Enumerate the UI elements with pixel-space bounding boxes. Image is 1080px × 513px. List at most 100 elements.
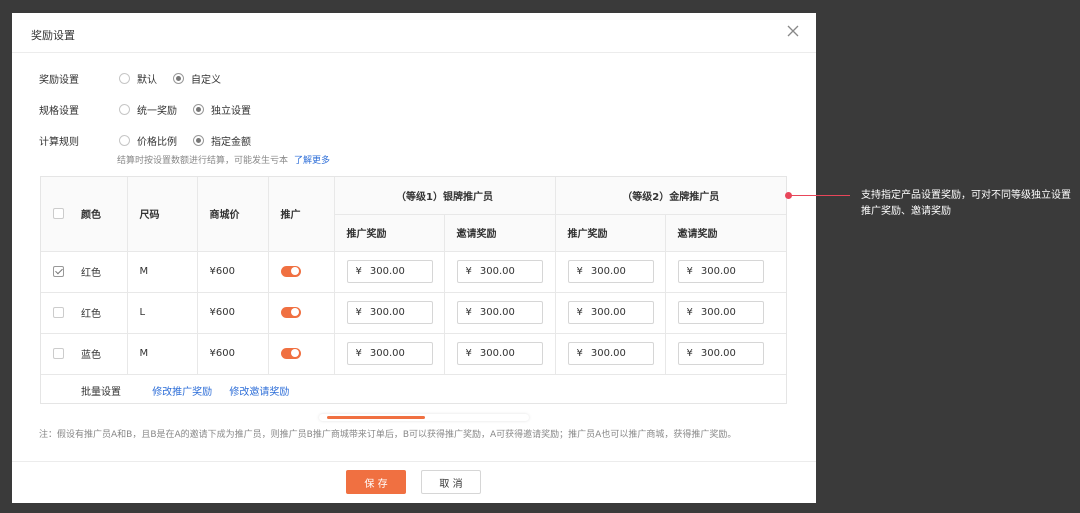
scrollbar-thumb[interactable] [327, 416, 425, 419]
promote-toggle-cell [268, 333, 335, 375]
row-checkbox-checked[interactable] [53, 265, 64, 277]
currency-symbol: ¥ [465, 266, 472, 277]
radio-label: 默认 [137, 75, 157, 86]
learn-more-link[interactable]: 了解更多 [294, 156, 330, 166]
reward-cell: ¥300.00 [665, 251, 786, 293]
radio-label: 指定金额 [211, 137, 251, 148]
radio-custom[interactable]: 自定义 [173, 71, 221, 86]
radio-label: 独立设置 [211, 106, 251, 117]
promote-toggle-cell [268, 292, 335, 334]
radio-circle[interactable] [119, 135, 130, 146]
reward-input[interactable]: ¥300.00 [346, 342, 433, 365]
calc-hint-text: 结算时按设置数额进行结算，可能发生亏本 [117, 156, 289, 166]
color-cell: 蓝色 [69, 333, 128, 375]
reward-input[interactable]: ¥300.00 [567, 260, 654, 283]
reward-input[interactable]: ¥300.00 [346, 260, 433, 283]
reward-input[interactable]: ¥300.00 [677, 342, 764, 365]
row-select-cell[interactable] [41, 292, 69, 334]
reward-cell: ¥300.00 [444, 251, 556, 293]
radio-circle-checked[interactable] [173, 73, 184, 84]
reward-value: 300.00 [369, 266, 405, 277]
currency-symbol: ¥ [355, 307, 362, 318]
header-promote-reward: 推广奖励 [555, 214, 666, 252]
size-cell: M [127, 251, 198, 293]
promote-toggle-cell [268, 251, 335, 293]
horizontal-scrollbar[interactable] [319, 414, 529, 421]
callout-line [789, 195, 850, 196]
header-invite-reward: 邀请奖励 [444, 214, 556, 252]
header-promote: 推广 [268, 177, 335, 252]
edit-invite-reward-link[interactable]: 修改邀请奖励 [229, 387, 289, 398]
radio-circle[interactable] [119, 104, 130, 115]
reward-value: 300.00 [590, 348, 626, 359]
promote-toggle[interactable] [280, 306, 301, 318]
reward-cell: ¥300.00 [555, 333, 666, 375]
calc-hint: 结算时按设置数额进行结算，可能发生亏本 了解更多 [117, 153, 330, 166]
reward-value: 300.00 [479, 266, 515, 277]
save-button[interactable]: 保 存 [346, 470, 406, 494]
price-cell: ¥600 [197, 292, 269, 334]
batch-cell: 批量设置 修改推广奖励 修改邀请奖励 [69, 374, 786, 407]
radio-independent[interactable]: 独立设置 [193, 102, 251, 117]
header-group-silver: （等级1）银牌推广员 [334, 177, 556, 215]
row-select-cell[interactable] [41, 251, 69, 293]
radio-unified[interactable]: 统一奖励 [119, 102, 177, 117]
currency-symbol: ¥ [355, 348, 362, 359]
batch-row: 批量设置 修改推广奖励 修改邀请奖励 [41, 374, 786, 407]
reward-input[interactable]: ¥300.00 [346, 301, 433, 324]
reward-table: 颜色 尺码 商城价 推广 （等级1）银牌推广员 （等级2）金牌推广员 推广奖励 … [40, 176, 787, 404]
row-select-cell[interactable] [41, 333, 69, 375]
price-cell: ¥600 [197, 251, 269, 293]
reward-input[interactable]: ¥300.00 [456, 342, 543, 365]
cancel-button[interactable]: 取 消 [421, 470, 481, 494]
radio-fixed-amount[interactable]: 指定金额 [193, 133, 251, 148]
edit-promote-reward-link[interactable]: 修改推广奖励 [152, 387, 212, 398]
header-group-gold: （等级2）金牌推广员 [555, 177, 786, 215]
currency-symbol: ¥ [686, 307, 693, 318]
color-cell: 红色 [69, 292, 128, 334]
reward-cell: ¥300.00 [444, 292, 556, 334]
promote-toggle[interactable] [280, 347, 301, 359]
radio-label: 价格比例 [137, 137, 177, 148]
row-checkbox[interactable] [53, 347, 64, 359]
size-cell: L [127, 292, 198, 334]
header-promote-reward: 推广奖励 [334, 214, 445, 252]
batch-empty-cell [41, 374, 69, 407]
radio-circle-checked[interactable] [193, 104, 204, 115]
close-icon[interactable] [786, 24, 800, 38]
reward-input[interactable]: ¥300.00 [677, 301, 764, 324]
select-all-checkbox[interactable] [53, 208, 64, 219]
size-cell: M [127, 333, 198, 375]
reward-cell: ¥300.00 [334, 333, 445, 375]
reward-settings-modal: 奖励设置 奖励设置 默认 自定义 规格设置 统一奖励 独立设置 计算规则 价格比… [12, 13, 816, 503]
radio-default[interactable]: 默认 [119, 71, 157, 86]
reward-value: 300.00 [369, 307, 405, 318]
currency-symbol: ¥ [355, 266, 362, 277]
reward-cell: ¥300.00 [334, 292, 445, 334]
currency-symbol: ¥ [576, 266, 583, 277]
reward-input[interactable]: ¥300.00 [677, 260, 764, 283]
reward-cell: ¥300.00 [555, 251, 666, 293]
header-price: 商城价 [197, 177, 269, 252]
currency-symbol: ¥ [576, 307, 583, 318]
header-color: 颜色 [69, 177, 128, 252]
reward-input[interactable]: ¥300.00 [456, 301, 543, 324]
radio-circle[interactable] [119, 73, 130, 84]
row-checkbox[interactable] [53, 306, 64, 318]
reward-setting-label: 奖励设置 [39, 75, 79, 86]
reward-input[interactable]: ¥300.00 [456, 260, 543, 283]
reward-input[interactable]: ¥300.00 [567, 301, 654, 324]
radio-price-ratio[interactable]: 价格比例 [119, 133, 177, 148]
radio-circle-checked[interactable] [193, 135, 204, 146]
reward-cell: ¥300.00 [665, 333, 786, 375]
reward-cell: ¥300.00 [334, 251, 445, 293]
table-row: 红色 M ¥600 ¥300.00 ¥300.00 ¥300.00 ¥300.0… [41, 251, 786, 293]
header-select-all[interactable] [41, 177, 69, 252]
reward-input[interactable]: ¥300.00 [567, 342, 654, 365]
reward-cell: ¥300.00 [444, 333, 556, 375]
batch-label: 批量设置 [81, 387, 121, 399]
promote-toggle[interactable] [280, 265, 301, 277]
header-invite-reward: 邀请奖励 [665, 214, 786, 252]
table-row: 蓝色 M ¥600 ¥300.00 ¥300.00 ¥300.00 ¥300.0… [41, 333, 786, 375]
modal-header: 奖励设置 [12, 13, 816, 53]
